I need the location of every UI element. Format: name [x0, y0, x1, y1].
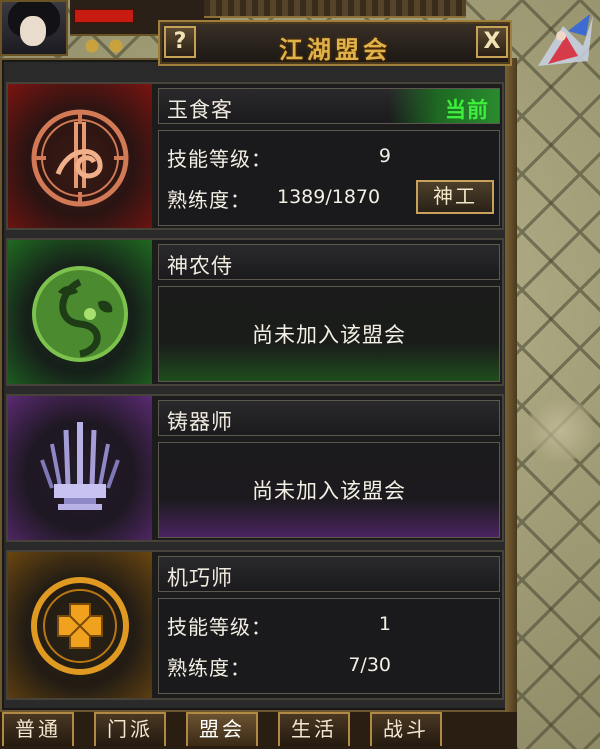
help-button[interactable]: ?	[164, 26, 196, 58]
floor-ornament	[520, 400, 600, 460]
skill-level-label: 技能等级：	[167, 615, 272, 639]
guild-name: 玉食客	[167, 98, 233, 122]
guild-name-box: 玉食客 当前	[158, 88, 500, 124]
skill-level-value: 9	[378, 145, 391, 167]
health-bar	[74, 9, 134, 23]
proficiency-label: 熟练度：	[167, 188, 251, 212]
proficiency-value: 7/30	[348, 654, 391, 676]
guild-info-box: 尚未加入该盟会	[158, 286, 500, 382]
guild-name-box: 神农侍	[158, 244, 500, 280]
tab-life[interactable]: 生活	[278, 712, 350, 746]
guild-info-box: 尚未加入该盟会	[158, 442, 500, 538]
buff-icons	[74, 36, 134, 56]
guild-name: 机巧师	[167, 566, 233, 590]
guild-card-shennongshi: 神农侍 尚未加入该盟会	[6, 238, 504, 386]
skill-level-value: 1	[378, 613, 391, 635]
guild-info-box: 技能等级： 1 熟练度： 7/30	[158, 598, 500, 694]
guild-card-yushike: 玉食客 当前 技能等级： 9 熟练度： 1389/1870 神工	[6, 82, 504, 230]
avatar-face	[20, 16, 46, 46]
guild-name-box: 铸器师	[158, 400, 500, 436]
shennongshi-emblem-icon	[32, 266, 128, 362]
shengong-button[interactable]: 神工	[416, 180, 494, 214]
current-status-text: 当前	[445, 98, 489, 122]
tab-combat[interactable]: 战斗	[370, 712, 442, 746]
player-avatar[interactable]	[0, 0, 68, 56]
npc-character-icon[interactable]	[528, 6, 598, 78]
proficiency-label: 熟练度：	[167, 656, 251, 680]
guild-name-box: 机巧师	[158, 556, 500, 592]
guild-name: 铸器师	[167, 410, 233, 434]
jiqiaoshi-emblem-icon	[31, 577, 129, 675]
yushike-emblem-icon	[31, 109, 129, 207]
window-title: 江湖盟会	[279, 36, 391, 64]
close-button[interactable]: X	[476, 26, 508, 58]
guild-name: 神农侍	[167, 254, 233, 278]
panel-frame-right	[505, 58, 517, 712]
proficiency-value: 1389/1870	[277, 186, 381, 208]
top-decorative-plate	[204, 0, 466, 18]
not-joined-message: 尚未加入该盟会	[252, 323, 406, 347]
tab-general[interactable]: 普通	[2, 712, 74, 746]
not-joined-message: 尚未加入该盟会	[252, 479, 406, 503]
skill-level-label: 技能等级：	[167, 147, 272, 171]
guild-card-jiqiaoshi: 机巧师 技能等级： 1 熟练度： 7/30	[6, 550, 504, 700]
zhuqishi-emblem-icon	[40, 422, 120, 510]
title-bar: 江湖盟会	[158, 20, 512, 66]
guild-card-zhuqishi: 铸器师 尚未加入该盟会	[6, 394, 504, 542]
bottom-tab-bar: 普通 门派 盟会 生活 战斗	[0, 712, 517, 749]
tab-sect[interactable]: 门派	[94, 712, 166, 746]
tab-guild[interactable]: 盟会	[186, 712, 258, 746]
